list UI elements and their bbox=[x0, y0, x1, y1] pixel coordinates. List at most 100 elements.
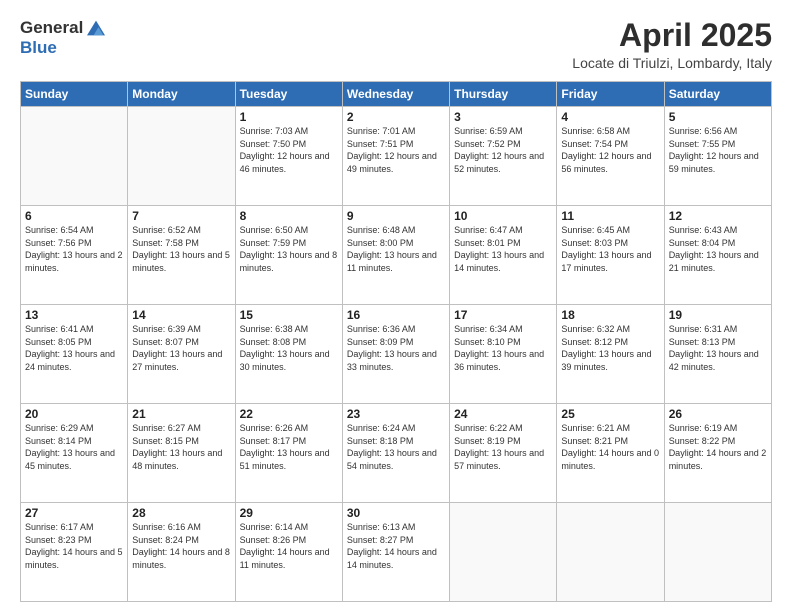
day-info: Sunrise: 6:41 AM Sunset: 8:05 PM Dayligh… bbox=[25, 323, 123, 373]
calendar-cell: 25Sunrise: 6:21 AM Sunset: 8:21 PM Dayli… bbox=[557, 404, 664, 503]
day-number: 3 bbox=[454, 110, 552, 124]
logo-general-text: General bbox=[20, 18, 83, 38]
calendar-cell bbox=[450, 503, 557, 602]
day-info: Sunrise: 6:17 AM Sunset: 8:23 PM Dayligh… bbox=[25, 521, 123, 571]
day-number: 26 bbox=[669, 407, 767, 421]
day-number: 22 bbox=[240, 407, 338, 421]
logo-icon bbox=[87, 19, 105, 37]
day-info: Sunrise: 6:27 AM Sunset: 8:15 PM Dayligh… bbox=[132, 422, 230, 472]
calendar-week-4: 27Sunrise: 6:17 AM Sunset: 8:23 PM Dayli… bbox=[21, 503, 772, 602]
calendar-cell: 21Sunrise: 6:27 AM Sunset: 8:15 PM Dayli… bbox=[128, 404, 235, 503]
calendar-cell bbox=[128, 107, 235, 206]
day-info: Sunrise: 6:48 AM Sunset: 8:00 PM Dayligh… bbox=[347, 224, 445, 274]
day-number: 12 bbox=[669, 209, 767, 223]
calendar-cell: 11Sunrise: 6:45 AM Sunset: 8:03 PM Dayli… bbox=[557, 206, 664, 305]
page: General Blue April 2025 Locate di Triulz… bbox=[0, 0, 792, 612]
calendar-cell: 30Sunrise: 6:13 AM Sunset: 8:27 PM Dayli… bbox=[342, 503, 449, 602]
day-info: Sunrise: 6:52 AM Sunset: 7:58 PM Dayligh… bbox=[132, 224, 230, 274]
calendar-cell: 28Sunrise: 6:16 AM Sunset: 8:24 PM Dayli… bbox=[128, 503, 235, 602]
calendar-header-tuesday: Tuesday bbox=[235, 82, 342, 107]
header: General Blue April 2025 Locate di Triulz… bbox=[20, 18, 772, 71]
day-number: 20 bbox=[25, 407, 123, 421]
calendar-header-friday: Friday bbox=[557, 82, 664, 107]
calendar-cell: 19Sunrise: 6:31 AM Sunset: 8:13 PM Dayli… bbox=[664, 305, 771, 404]
calendar-cell: 29Sunrise: 6:14 AM Sunset: 8:26 PM Dayli… bbox=[235, 503, 342, 602]
calendar-header-saturday: Saturday bbox=[664, 82, 771, 107]
calendar-cell: 8Sunrise: 6:50 AM Sunset: 7:59 PM Daylig… bbox=[235, 206, 342, 305]
calendar-week-1: 6Sunrise: 6:54 AM Sunset: 7:56 PM Daylig… bbox=[21, 206, 772, 305]
calendar-week-3: 20Sunrise: 6:29 AM Sunset: 8:14 PM Dayli… bbox=[21, 404, 772, 503]
calendar-cell: 24Sunrise: 6:22 AM Sunset: 8:19 PM Dayli… bbox=[450, 404, 557, 503]
day-info: Sunrise: 6:38 AM Sunset: 8:08 PM Dayligh… bbox=[240, 323, 338, 373]
calendar-header-row: SundayMondayTuesdayWednesdayThursdayFrid… bbox=[21, 82, 772, 107]
day-number: 8 bbox=[240, 209, 338, 223]
calendar-cell: 6Sunrise: 6:54 AM Sunset: 7:56 PM Daylig… bbox=[21, 206, 128, 305]
calendar-cell: 5Sunrise: 6:56 AM Sunset: 7:55 PM Daylig… bbox=[664, 107, 771, 206]
day-info: Sunrise: 6:56 AM Sunset: 7:55 PM Dayligh… bbox=[669, 125, 767, 175]
calendar-week-0: 1Sunrise: 7:03 AM Sunset: 7:50 PM Daylig… bbox=[21, 107, 772, 206]
day-number: 30 bbox=[347, 506, 445, 520]
day-info: Sunrise: 6:21 AM Sunset: 8:21 PM Dayligh… bbox=[561, 422, 659, 472]
day-info: Sunrise: 6:32 AM Sunset: 8:12 PM Dayligh… bbox=[561, 323, 659, 373]
day-info: Sunrise: 6:16 AM Sunset: 8:24 PM Dayligh… bbox=[132, 521, 230, 571]
day-info: Sunrise: 6:47 AM Sunset: 8:01 PM Dayligh… bbox=[454, 224, 552, 274]
day-number: 2 bbox=[347, 110, 445, 124]
calendar-cell: 23Sunrise: 6:24 AM Sunset: 8:18 PM Dayli… bbox=[342, 404, 449, 503]
calendar-cell bbox=[664, 503, 771, 602]
day-info: Sunrise: 6:24 AM Sunset: 8:18 PM Dayligh… bbox=[347, 422, 445, 472]
day-number: 1 bbox=[240, 110, 338, 124]
day-info: Sunrise: 7:01 AM Sunset: 7:51 PM Dayligh… bbox=[347, 125, 445, 175]
day-number: 19 bbox=[669, 308, 767, 322]
day-number: 27 bbox=[25, 506, 123, 520]
calendar-cell: 13Sunrise: 6:41 AM Sunset: 8:05 PM Dayli… bbox=[21, 305, 128, 404]
day-info: Sunrise: 6:36 AM Sunset: 8:09 PM Dayligh… bbox=[347, 323, 445, 373]
calendar-cell: 1Sunrise: 7:03 AM Sunset: 7:50 PM Daylig… bbox=[235, 107, 342, 206]
calendar-cell: 18Sunrise: 6:32 AM Sunset: 8:12 PM Dayli… bbox=[557, 305, 664, 404]
day-number: 17 bbox=[454, 308, 552, 322]
day-info: Sunrise: 6:50 AM Sunset: 7:59 PM Dayligh… bbox=[240, 224, 338, 274]
day-info: Sunrise: 7:03 AM Sunset: 7:50 PM Dayligh… bbox=[240, 125, 338, 175]
day-number: 18 bbox=[561, 308, 659, 322]
calendar-cell: 14Sunrise: 6:39 AM Sunset: 8:07 PM Dayli… bbox=[128, 305, 235, 404]
calendar-header-monday: Monday bbox=[128, 82, 235, 107]
day-number: 6 bbox=[25, 209, 123, 223]
day-number: 16 bbox=[347, 308, 445, 322]
day-info: Sunrise: 6:26 AM Sunset: 8:17 PM Dayligh… bbox=[240, 422, 338, 472]
calendar-cell: 12Sunrise: 6:43 AM Sunset: 8:04 PM Dayli… bbox=[664, 206, 771, 305]
day-info: Sunrise: 6:14 AM Sunset: 8:26 PM Dayligh… bbox=[240, 521, 338, 571]
day-info: Sunrise: 6:43 AM Sunset: 8:04 PM Dayligh… bbox=[669, 224, 767, 274]
day-info: Sunrise: 6:58 AM Sunset: 7:54 PM Dayligh… bbox=[561, 125, 659, 175]
day-info: Sunrise: 6:31 AM Sunset: 8:13 PM Dayligh… bbox=[669, 323, 767, 373]
day-number: 10 bbox=[454, 209, 552, 223]
location-title: Locate di Triulzi, Lombardy, Italy bbox=[572, 55, 772, 71]
day-number: 25 bbox=[561, 407, 659, 421]
calendar-header-sunday: Sunday bbox=[21, 82, 128, 107]
day-info: Sunrise: 6:13 AM Sunset: 8:27 PM Dayligh… bbox=[347, 521, 445, 571]
calendar-cell: 9Sunrise: 6:48 AM Sunset: 8:00 PM Daylig… bbox=[342, 206, 449, 305]
day-number: 29 bbox=[240, 506, 338, 520]
calendar-cell bbox=[21, 107, 128, 206]
day-info: Sunrise: 6:29 AM Sunset: 8:14 PM Dayligh… bbox=[25, 422, 123, 472]
logo: General Blue bbox=[20, 18, 105, 58]
calendar-cell bbox=[557, 503, 664, 602]
day-number: 11 bbox=[561, 209, 659, 223]
day-info: Sunrise: 6:54 AM Sunset: 7:56 PM Dayligh… bbox=[25, 224, 123, 274]
day-number: 7 bbox=[132, 209, 230, 223]
calendar-cell: 15Sunrise: 6:38 AM Sunset: 8:08 PM Dayli… bbox=[235, 305, 342, 404]
day-number: 14 bbox=[132, 308, 230, 322]
calendar-header-wednesday: Wednesday bbox=[342, 82, 449, 107]
calendar-cell: 27Sunrise: 6:17 AM Sunset: 8:23 PM Dayli… bbox=[21, 503, 128, 602]
calendar-table: SundayMondayTuesdayWednesdayThursdayFrid… bbox=[20, 81, 772, 602]
calendar-cell: 3Sunrise: 6:59 AM Sunset: 7:52 PM Daylig… bbox=[450, 107, 557, 206]
calendar-cell: 4Sunrise: 6:58 AM Sunset: 7:54 PM Daylig… bbox=[557, 107, 664, 206]
calendar-cell: 10Sunrise: 6:47 AM Sunset: 8:01 PM Dayli… bbox=[450, 206, 557, 305]
day-info: Sunrise: 6:34 AM Sunset: 8:10 PM Dayligh… bbox=[454, 323, 552, 373]
day-number: 24 bbox=[454, 407, 552, 421]
month-title: April 2025 bbox=[572, 18, 772, 53]
day-number: 9 bbox=[347, 209, 445, 223]
day-number: 21 bbox=[132, 407, 230, 421]
calendar-cell: 20Sunrise: 6:29 AM Sunset: 8:14 PM Dayli… bbox=[21, 404, 128, 503]
day-info: Sunrise: 6:22 AM Sunset: 8:19 PM Dayligh… bbox=[454, 422, 552, 472]
day-number: 13 bbox=[25, 308, 123, 322]
day-info: Sunrise: 6:39 AM Sunset: 8:07 PM Dayligh… bbox=[132, 323, 230, 373]
